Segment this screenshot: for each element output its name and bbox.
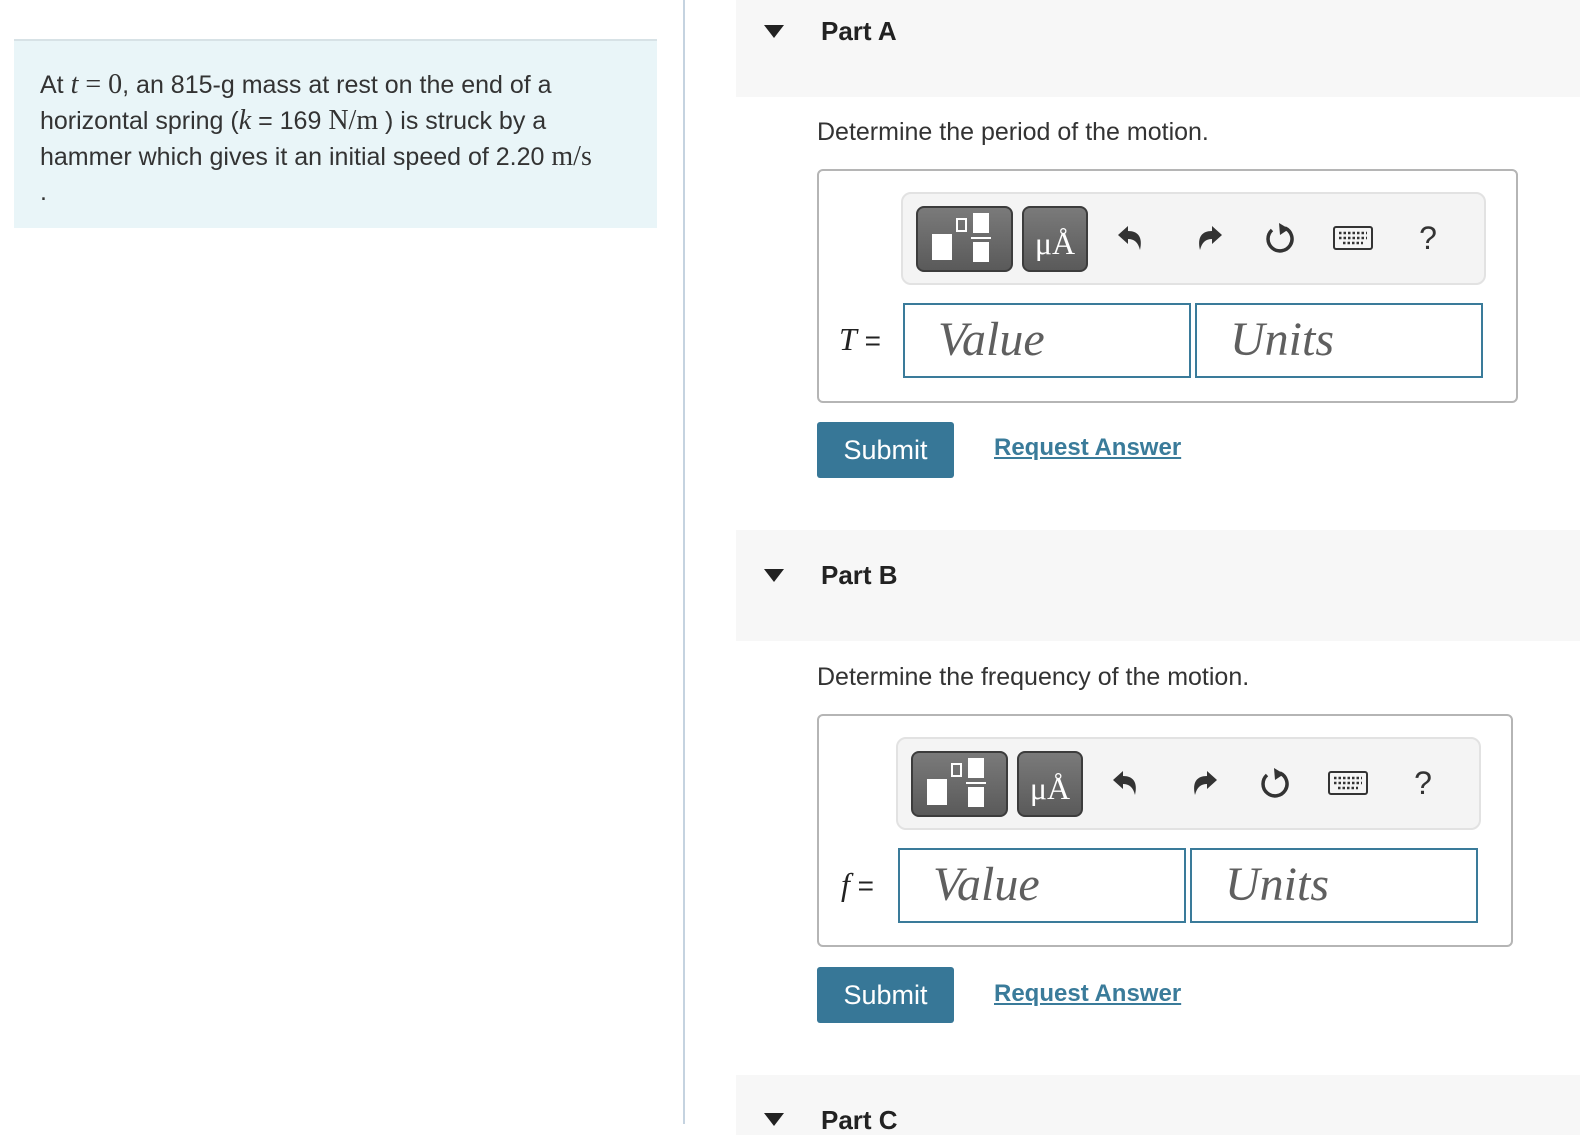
part-a-value-input[interactable]: Value [903, 303, 1191, 378]
part-b-variable-label: f = [841, 866, 874, 903]
part-b-value-input[interactable]: Value [898, 848, 1186, 923]
redo-icon [1194, 771, 1217, 795]
part-a-variable-label: T = [839, 321, 881, 358]
problem-text: = 169 [251, 107, 329, 135]
part-a-prompt: Determine the period of the motion. [817, 118, 1209, 146]
problem-statement: At t = 0, an 815-g mass at rest on the e… [14, 39, 657, 228]
units-button[interactable]: μÅ [1017, 751, 1083, 817]
part-b-request-answer-link[interactable]: Request Answer [994, 980, 1181, 1008]
problem-text: . [40, 178, 47, 206]
redo-icon [1199, 226, 1222, 250]
variable-f: f [841, 866, 850, 902]
part-b-units-input[interactable]: Units [1190, 848, 1478, 923]
math-k: k [238, 105, 252, 136]
caret-down-icon[interactable] [764, 25, 784, 38]
caret-down-icon[interactable] [764, 569, 784, 582]
equals-sign: = [864, 325, 881, 356]
part-a-answer-box: μÅ ? T = Value Units [817, 169, 1518, 403]
part-b-header[interactable]: Part B [736, 530, 1580, 641]
problem-text: At [40, 71, 71, 99]
part-c-title: Part C [821, 1105, 898, 1135]
help-button[interactable]: ? [1406, 214, 1450, 262]
part-b-prompt: Determine the frequency of the motion. [817, 663, 1250, 691]
keyboard-button[interactable] [1331, 214, 1375, 262]
part-b-title: Part B [821, 560, 898, 590]
caret-down-icon[interactable] [764, 1113, 784, 1126]
templates-button[interactable] [916, 206, 1013, 272]
reset-button[interactable] [1258, 214, 1302, 262]
undo-button[interactable] [1104, 759, 1148, 807]
reset-icon [1261, 768, 1289, 798]
units-icon: μÅ [1034, 225, 1076, 261]
redo-button[interactable] [1182, 759, 1226, 807]
help-icon: ? [1414, 764, 1432, 801]
keyboard-button[interactable] [1326, 759, 1370, 807]
undo-button[interactable] [1109, 214, 1153, 262]
reset-button[interactable] [1253, 759, 1297, 807]
units-button[interactable]: μÅ [1022, 206, 1088, 272]
math-eq: = 0 [78, 69, 123, 100]
part-a-header[interactable]: Part A [736, 0, 1580, 97]
keyboard-icon [1328, 771, 1368, 795]
variable-t: T [839, 321, 857, 357]
part-b-toolbar: μÅ ? [896, 737, 1481, 830]
undo-icon [1113, 771, 1136, 795]
equals-sign: = [857, 870, 875, 901]
templates-icon [932, 213, 991, 262]
redo-button[interactable] [1187, 214, 1231, 262]
units-icon: μÅ [1029, 770, 1071, 806]
help-button[interactable]: ? [1401, 759, 1445, 807]
column-divider [683, 0, 685, 1124]
part-b-submit-button[interactable]: Submit [817, 967, 954, 1023]
part-a-submit-button[interactable]: Submit [817, 422, 954, 478]
undo-icon [1118, 226, 1141, 250]
templates-button[interactable] [911, 751, 1008, 817]
reset-icon [1266, 223, 1294, 253]
help-icon: ? [1419, 219, 1437, 256]
templates-icon [927, 758, 986, 807]
part-b-answer-box: μÅ ? f = Value Units [817, 714, 1513, 947]
unit-m-per-s: m/s [551, 141, 592, 172]
part-a-request-answer-link[interactable]: Request Answer [994, 434, 1181, 462]
keyboard-icon [1333, 226, 1373, 250]
part-a-toolbar: μÅ ? [901, 192, 1486, 285]
part-c-header[interactable]: Part C [736, 1075, 1580, 1135]
part-a-title: Part A [821, 16, 897, 46]
unit-n-per-m: N/m [328, 105, 379, 136]
part-a-units-input[interactable]: Units [1195, 303, 1483, 378]
